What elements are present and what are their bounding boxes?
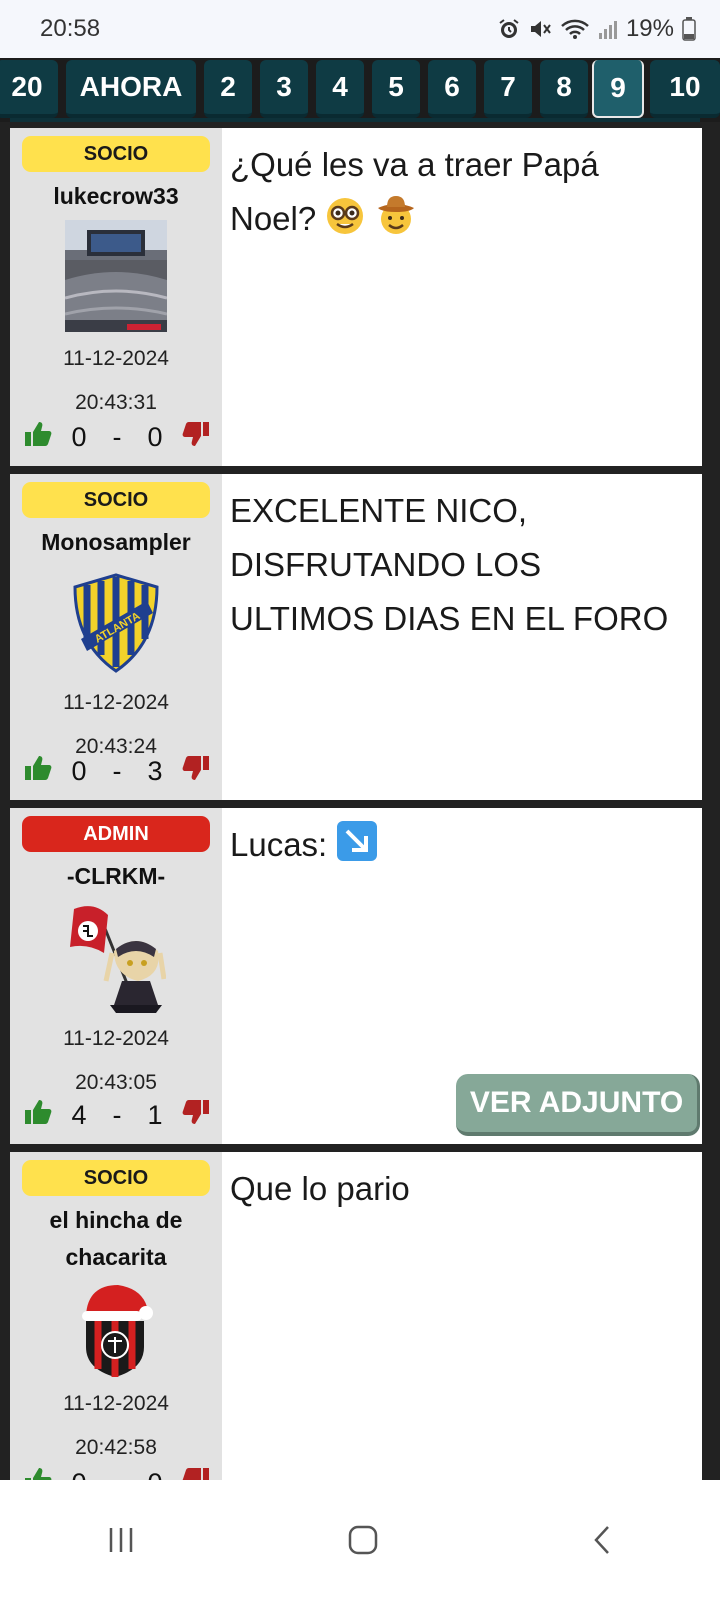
post-message: ¿Qué les va a traer Papá Noel?: [222, 128, 702, 466]
recent-apps-icon[interactable]: [106, 1525, 136, 1555]
vote-row: 0 - 0: [10, 421, 222, 454]
page-button-7[interactable]: 7: [484, 60, 532, 118]
post-author-panel: ADMIN -CLRKM- 11-12-2024 20:43:05 4 - 1: [10, 808, 222, 1144]
post-author-panel: SOCIO el hincha de chacarita 11-12-2024 …: [10, 1152, 222, 1480]
battery-percent: 19%: [625, 15, 674, 42]
thumbs-down-icon[interactable]: [182, 1099, 210, 1132]
battery-icon: [682, 17, 696, 41]
vote-separator: -: [112, 756, 122, 786]
username[interactable]: el hincha de chacarita: [16, 1202, 216, 1276]
thumbs-down-icon[interactable]: [182, 1467, 210, 1480]
like-count: 4: [71, 1100, 87, 1130]
post-message: Que lo pario: [222, 1152, 702, 1480]
vote-row: 4 - 1: [10, 1099, 222, 1132]
page-button-3[interactable]: 3: [260, 60, 308, 118]
system-nav-bar: [0, 1480, 720, 1600]
post-item: ADMIN -CLRKM- 11-12-2024 20:43:05 4 - 1 …: [10, 808, 702, 1144]
status-time: 20:58: [40, 15, 101, 42]
dislike-count: 0: [148, 1468, 163, 1480]
post-text: Que lo pario: [230, 1170, 410, 1207]
page-button-now[interactable]: AHORA: [66, 60, 196, 118]
down-right-arrow-emoji-icon: [336, 820, 378, 878]
vote-row: 0 - 0: [10, 1467, 222, 1480]
post-date: 11-12-2024: [63, 1392, 169, 1415]
page-button-8[interactable]: 8: [540, 60, 588, 118]
post-date: 11-12-2024: [63, 347, 169, 370]
avatar[interactable]: [64, 899, 168, 1019]
post-text: EXCELENTE NICO, DISFRUTANDO LOS ULTIMOS …: [230, 492, 669, 637]
page-button-6[interactable]: 6: [428, 60, 476, 118]
username[interactable]: Monosampler: [16, 524, 216, 561]
username[interactable]: lukecrow33: [16, 178, 216, 215]
post-item: SOCIO el hincha de chacarita 11-12-2024 …: [10, 1152, 702, 1480]
vote-separator: -: [112, 422, 122, 452]
page-button-20[interactable]: 20: [0, 60, 58, 118]
page-button-5[interactable]: 5: [372, 60, 420, 118]
view-attachment-button[interactable]: VER ADJUNTO: [456, 1074, 700, 1136]
dislike-count: 1: [147, 1100, 163, 1130]
vote-separator: -: [113, 1468, 122, 1480]
cowboy-face-emoji-icon: [375, 194, 417, 252]
thumbs-down-icon[interactable]: [182, 755, 210, 788]
back-icon[interactable]: [590, 1524, 614, 1556]
status-bar: 20:58 19%: [0, 0, 720, 58]
post-message: EXCELENTE NICO, DISFRUTANDO LOS ULTIMOS …: [222, 474, 702, 800]
post-date: 11-12-2024: [63, 691, 169, 714]
post-author-panel: SOCIO lukecrow33 11-12-2024 20:43:31 0 -…: [10, 128, 222, 466]
vote-row: 0 - 3: [10, 755, 222, 788]
thumbs-up-icon[interactable]: [24, 1099, 52, 1132]
role-badge: SOCIO: [22, 136, 210, 172]
thumbs-up-icon[interactable]: [24, 755, 52, 788]
post-time: 20:42:58: [75, 1436, 157, 1459]
post-date: 11-12-2024: [63, 1027, 169, 1050]
wifi-icon: [560, 18, 590, 40]
status-icons: 19%: [498, 15, 696, 43]
mute-icon: [528, 18, 552, 40]
username[interactable]: -CLRKM-: [16, 858, 216, 895]
avatar[interactable]: [64, 1280, 168, 1380]
like-count: 0: [71, 1468, 86, 1480]
nerd-face-emoji-icon: [325, 196, 365, 252]
thumbs-down-icon[interactable]: [182, 421, 210, 454]
page-button-4[interactable]: 4: [316, 60, 364, 118]
avatar[interactable]: [64, 219, 168, 333]
dislike-count: 3: [147, 756, 163, 786]
thumbs-up-icon[interactable]: [24, 421, 52, 454]
post-message: Lucas: VER ADJUNTO: [222, 808, 702, 1144]
signal-icon: [598, 18, 618, 40]
post-item: SOCIO Monosampler ATLANTA 11-12-2024 20:…: [10, 474, 702, 800]
home-icon[interactable]: [347, 1524, 379, 1556]
role-badge: ADMIN: [22, 816, 210, 852]
thumbs-up-icon[interactable]: [24, 1467, 52, 1480]
post-text: Lucas:: [230, 826, 328, 863]
role-badge: SOCIO: [22, 482, 210, 518]
page-button-9-active[interactable]: 9: [592, 60, 644, 118]
page-button-10[interactable]: 10: [650, 60, 720, 118]
pagination-bar: 20 AHORA 2 3 4 5 6 7 8 9 10: [0, 58, 720, 122]
avatar[interactable]: ATLANTA: [64, 565, 168, 681]
role-badge: SOCIO: [22, 1160, 210, 1196]
like-count: 0: [71, 756, 87, 786]
like-count: 0: [71, 422, 87, 452]
dislike-count: 0: [147, 422, 163, 452]
vote-separator: -: [112, 1100, 122, 1130]
post-item: SOCIO lukecrow33 11-12-2024 20:43:31 0 -…: [10, 128, 702, 466]
page-button-2[interactable]: 2: [204, 60, 252, 118]
pagination-divider: [10, 118, 700, 122]
post-time: 20:43:31: [75, 391, 157, 414]
alarm-icon: [498, 18, 520, 40]
post-author-panel: SOCIO Monosampler ATLANTA 11-12-2024 20:…: [10, 474, 222, 800]
post-feed[interactable]: SOCIO lukecrow33 11-12-2024 20:43:31 0 -…: [10, 128, 702, 1480]
